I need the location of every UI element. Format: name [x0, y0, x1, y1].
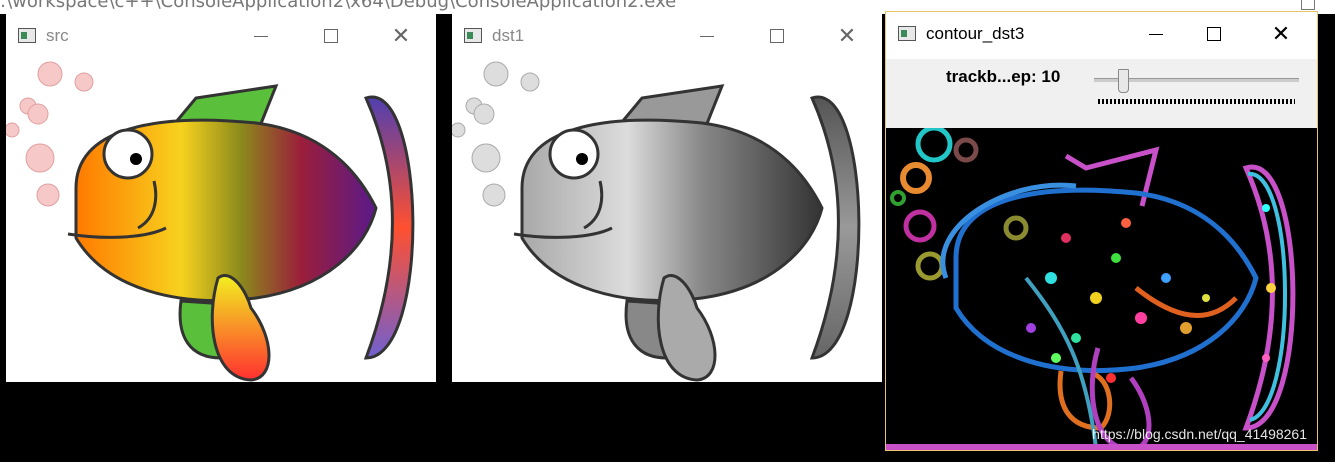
trackbar-panel: trackb...ep: 10 [886, 59, 1317, 128]
close-button[interactable]: ✕ [386, 24, 416, 48]
maximize-button[interactable] [1199, 22, 1229, 46]
console-maximize-icon[interactable] [1301, 0, 1315, 10]
trackbar-thumb[interactable] [1118, 69, 1129, 93]
app-icon [464, 28, 482, 43]
minimize-button[interactable] [246, 24, 276, 48]
image-contour-dst3: https://blog.csdn.net/qq_41498261 [886, 128, 1317, 450]
titlebar[interactable]: dst1 ✕ [452, 14, 882, 58]
window-title: src [46, 26, 69, 45]
window-contour-dst3: contour_dst3 ✕ trackb...ep: 10 https://b… [886, 12, 1317, 450]
titlebar[interactable]: contour_dst3 ✕ [886, 12, 1317, 56]
minimize-button[interactable] [692, 24, 722, 48]
console-title: :\workspace\c++\ConsoleApplication2\x64\… [0, 0, 677, 12]
window-title: dst1 [492, 26, 525, 45]
close-button[interactable]: ✕ [1266, 22, 1296, 46]
maximize-button[interactable] [316, 24, 346, 48]
maximize-button[interactable] [762, 24, 792, 48]
window-dst1: dst1 ✕ [452, 14, 882, 382]
watermark: https://blog.csdn.net/qq_41498261 [1092, 426, 1307, 442]
app-icon [898, 26, 916, 41]
window-title: contour_dst3 [926, 24, 1025, 43]
trackbar-ticks [1098, 99, 1295, 104]
close-button[interactable]: ✕ [832, 24, 862, 48]
app-icon [18, 28, 36, 43]
titlebar[interactable]: src ✕ [6, 14, 436, 58]
trackbar-label: trackb...ep: 10 [946, 67, 1061, 86]
minimize-button[interactable] [1141, 22, 1171, 46]
image-src [6, 58, 436, 382]
image-dst1 [452, 58, 882, 382]
window-src: src ✕ [6, 14, 436, 382]
